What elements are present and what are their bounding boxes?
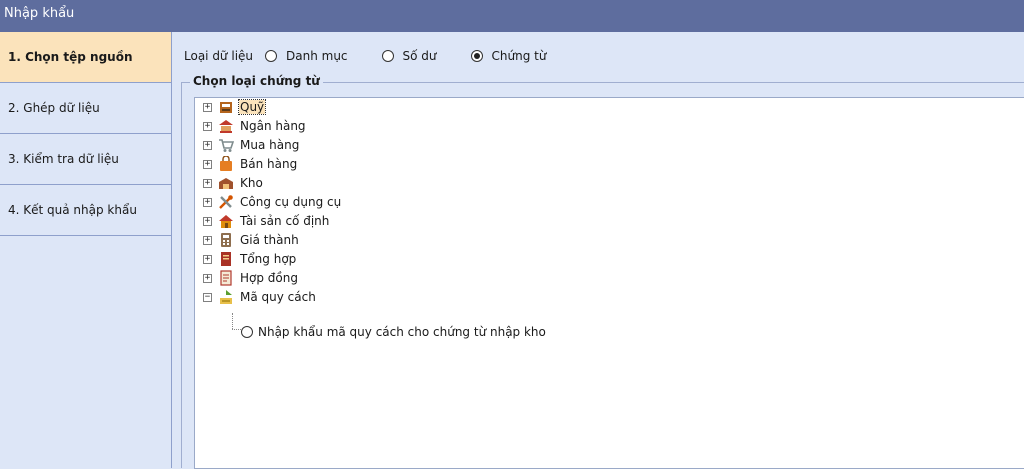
title-bar: Nhập khẩu xyxy=(0,0,1024,32)
tree-node[interactable]: + Tài sản cố định xyxy=(195,212,595,231)
expand-icon[interactable]: + xyxy=(203,160,212,169)
expand-icon[interactable]: + xyxy=(203,274,212,283)
tree-child-label: Nhập khẩu mã quy cách cho chứng từ nhập … xyxy=(258,324,546,339)
step-check-data[interactable]: 3. Kiểm tra dữ liệu xyxy=(0,134,171,185)
expand-icon[interactable]: + xyxy=(203,179,212,188)
radio-circle[interactable] xyxy=(265,50,278,62)
bank-icon xyxy=(219,120,233,133)
cash-register-icon xyxy=(220,102,232,113)
house-icon xyxy=(219,215,233,228)
data-type-label: Loại dữ liệu xyxy=(184,49,254,63)
tree-node-label: Ngân hàng xyxy=(240,119,306,133)
step-label: 2. Ghép dữ liệu xyxy=(8,101,100,115)
voucher-type-tree[interactable]: Nhập khẩu mã quy cách cho chứng từ nhập … xyxy=(194,97,1024,469)
collapse-icon[interactable]: − xyxy=(203,293,212,302)
radio-circle[interactable] xyxy=(241,325,253,338)
wizard-steps-sidebar: 1. Chọn tệp nguồn 2. Ghép dữ liệu 3. Kiể… xyxy=(0,32,172,468)
expand-icon[interactable]: + xyxy=(203,217,212,226)
tree-node-label: Tài sản cố định xyxy=(240,214,330,228)
step-label: 4. Kết quả nhập khẩu xyxy=(8,203,137,217)
tree-node[interactable]: + Ngân hàng xyxy=(195,117,595,136)
tree-child-node[interactable]: Nhập khẩu mã quy cách cho chứng từ nhập … xyxy=(241,322,546,341)
tree-node[interactable]: + Bán hàng xyxy=(195,155,595,174)
window-title: Nhập khẩu xyxy=(4,6,75,21)
tree-node[interactable]: + Kho xyxy=(195,174,595,193)
book-icon xyxy=(221,252,231,266)
tree-node[interactable]: + Giá thành xyxy=(195,231,595,250)
radio-label: Chứng từ xyxy=(491,49,547,63)
tree-node[interactable]: + Tổng hợp xyxy=(195,250,595,269)
tree-node-label: Kho xyxy=(240,176,263,190)
data-type-selector: Loại dữ liệu Danh mục Số dư Chứng từ xyxy=(184,48,580,64)
radio-circle[interactable] xyxy=(381,50,394,62)
expand-icon[interactable]: + xyxy=(203,236,212,245)
radio-label: Danh mục xyxy=(286,49,348,63)
shopping-cart-icon xyxy=(219,139,234,152)
tools-icon xyxy=(219,195,233,209)
radio-category[interactable]: Danh mục xyxy=(265,49,348,63)
expand-icon[interactable]: + xyxy=(203,255,212,264)
tree-node-label: Giá thành xyxy=(240,233,299,247)
step-label: 3. Kiểm tra dữ liệu xyxy=(8,152,119,166)
tree-node[interactable]: + Hợp đồng xyxy=(195,269,595,288)
radio-balance[interactable]: Số dư xyxy=(381,49,437,63)
tree-node[interactable]: + Mua hàng xyxy=(195,136,595,155)
expand-icon[interactable]: + xyxy=(203,141,212,150)
step-map-data[interactable]: 2. Ghép dữ liệu xyxy=(0,83,171,134)
price-calculator-icon xyxy=(221,233,231,247)
radio-label: Số dư xyxy=(402,49,437,63)
contract-icon xyxy=(220,270,232,286)
expand-icon[interactable]: + xyxy=(203,122,212,131)
tree-node[interactable]: + Quỹ xyxy=(195,98,595,117)
tree-connector xyxy=(232,329,241,330)
tree-node[interactable]: − Mã quy cách xyxy=(195,288,595,307)
main-panel: Loại dữ liệu Danh mục Số dư Chứng từ Chọ… xyxy=(172,32,1024,469)
radio-circle[interactable] xyxy=(470,50,483,62)
tree-node-label: Mua hàng xyxy=(240,138,300,152)
radio-voucher[interactable]: Chứng từ xyxy=(470,49,547,63)
group-legend: Chọn loại chứng từ xyxy=(190,74,323,88)
voucher-type-group: Chọn loại chứng từ Nhập khẩu mã quy cách… xyxy=(181,74,1024,469)
tree-connector xyxy=(232,313,233,329)
spec-code-icon xyxy=(220,290,232,304)
tree-node-label: Quỹ xyxy=(237,99,267,115)
tree-node[interactable]: + Công cụ dụng cụ xyxy=(195,193,595,212)
tree-node-label: Tổng hợp xyxy=(240,252,297,266)
shopping-bag-icon xyxy=(220,156,232,171)
expand-icon[interactable]: + xyxy=(203,103,212,112)
step-label: 1. Chọn tệp nguồn xyxy=(8,50,133,64)
tree-node-label: Công cụ dụng cụ xyxy=(240,195,342,209)
warehouse-icon xyxy=(219,178,233,189)
expand-icon[interactable]: + xyxy=(203,198,212,207)
step-import-result[interactable]: 4. Kết quả nhập khẩu xyxy=(0,185,171,236)
tree-node-label: Mã quy cách xyxy=(240,290,316,304)
tree-node-label: Bán hàng xyxy=(240,157,298,171)
tree-node-label: Hợp đồng xyxy=(240,271,298,285)
step-select-source-file[interactable]: 1. Chọn tệp nguồn xyxy=(0,32,171,83)
